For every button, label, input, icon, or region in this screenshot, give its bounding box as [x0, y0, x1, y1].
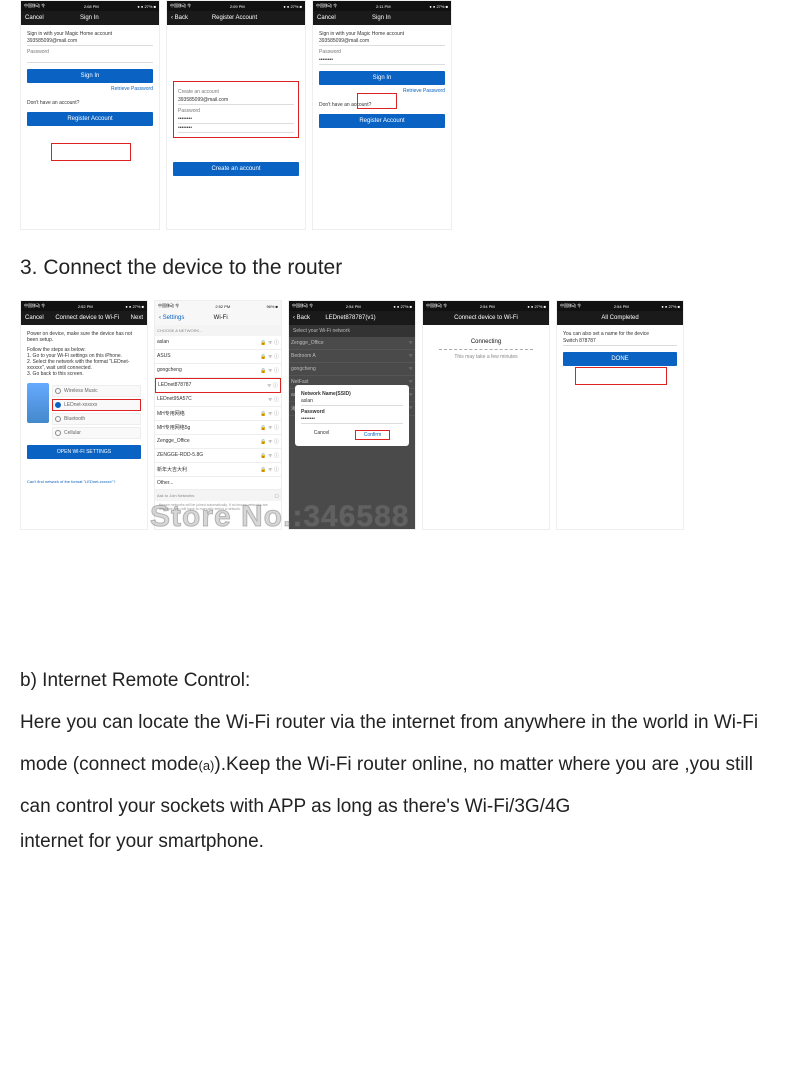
wifi-item[interactable]: Zengge_Office🔒 ᯤ ⓘ	[155, 435, 281, 449]
register-account-button[interactable]: Register Account	[319, 114, 445, 128]
cant-find-link[interactable]: Can't find network of the format "LEDnet…	[27, 479, 141, 484]
wifi-item[interactable]: aslan🔒 ᯤ ⓘ	[155, 336, 281, 350]
phone-select-wifi: 中国移动 令2:54 PM● ● 27% ■ ‹ BackLEDnet87878…	[288, 300, 416, 530]
password-field[interactable]	[27, 56, 153, 63]
phone-wifi-settings: 中国移动 令2:52 PM96% ■ ‹ SettingsWi-Fi CHOOS…	[154, 300, 282, 530]
step-3-heading: 3. Connect the device to the router	[20, 256, 780, 280]
ssid-field[interactable]: aslan	[301, 397, 403, 406]
phone-register: 中国移动 令2:09 PM● ● 27% ■ ‹ BackRegister Ac…	[166, 0, 306, 230]
back-button[interactable]: ‹ Settings	[159, 315, 184, 321]
password-field[interactable]: ••••••••	[319, 56, 445, 65]
wifi-item[interactable]: 新年大吉大利🔒 ᯤ ⓘ	[155, 463, 281, 477]
cancel-button[interactable]: Cancel	[314, 430, 330, 440]
highlight-register	[51, 143, 131, 161]
wifi-signal-icon: 🔒 ᯤ ⓘ	[260, 339, 279, 346]
cancel-button[interactable]: Cancel	[317, 15, 336, 21]
create-account-button[interactable]: Create an account	[173, 162, 299, 176]
wifi-item[interactable]: Bedroom Aᯤ	[289, 350, 415, 363]
wifi-network-list: aslan🔒 ᯤ ⓘ ASUS🔒 ᯤ ⓘ gongcheng🔒 ᯤ ⓘ LEDn…	[155, 336, 281, 490]
page-title: All Completed	[581, 315, 659, 321]
page-title: Sign In	[44, 15, 135, 21]
section-b-heading: b) Internet Remote Control:	[20, 670, 780, 692]
retrieve-password-link[interactable]: Retrieve Password	[27, 86, 153, 92]
highlight-done	[575, 367, 667, 385]
connecting-title: Connecting	[429, 339, 543, 345]
wifi-item[interactable]: Zengge_Officeᯤ	[289, 337, 415, 350]
email-field[interactable]: 393585099@mail.com	[27, 37, 153, 46]
wifi-item-other[interactable]: Other...	[155, 477, 281, 490]
back-button[interactable]: ‹ Back	[293, 315, 310, 321]
page-title: Wi-Fi	[184, 315, 257, 321]
section-b-body-tail: internet for your smartphone.	[20, 827, 780, 857]
phone-connecting: 中国移动 令2:54 PM● ● 27% ■ Connect device to…	[422, 300, 550, 530]
confirm-button[interactable]: Confirm	[355, 430, 391, 440]
wifi-item[interactable]: gongchengᯤ	[289, 363, 415, 376]
sign-in-button[interactable]: Sign In	[319, 71, 445, 85]
email-field[interactable]: 393585099@mail.com	[319, 37, 445, 46]
wifi-item[interactable]: ZENGGE-RDD-5.8G🔒 ᯤ ⓘ	[155, 449, 281, 463]
phone-completed: 中国移动 令2:54 PM● ● 27% ■ All Completed You…	[556, 300, 684, 530]
phone-connect-instructions: 中国移动 令2:52 PM● ● 27% ■ CancelConnect dev…	[20, 300, 148, 530]
page-title: Register Account	[188, 15, 281, 21]
phone-signin-filled: 中国移动 令2:11 PM● ● 27% ■ CancelSign In Sig…	[312, 0, 452, 230]
wifi-password-modal: Network Name(SSID) aslan Password ••••••…	[295, 385, 409, 446]
wifi-item[interactable]: ASUS🔒 ᯤ ⓘ	[155, 350, 281, 364]
open-wifi-settings-button[interactable]: OPEN WI-FI SETTINGS	[27, 445, 141, 459]
wifi-item[interactable]: MH专用网络🔒 ᯤ ⓘ	[155, 407, 281, 421]
wifi-item[interactable]: LEDnet95A57Cᯤ ⓘ	[155, 393, 281, 407]
done-button[interactable]: DONE	[563, 352, 677, 366]
wifi-item-lednet[interactable]: LEDnet878787ᯤ ⓘ	[155, 378, 281, 393]
signin-screens-row: 中国移动 令2:08 PM● ● 27% ■ CancelSign In Sig…	[20, 0, 780, 230]
wifi-password-field[interactable]: ••••••••	[301, 415, 403, 424]
connecting-sub: This may take a few minutes	[429, 354, 543, 360]
phone-signin-empty: 中国移动 令2:08 PM● ● 27% ■ CancelSign In Sig…	[20, 0, 160, 230]
connect-router-row: 中国移动 令2:52 PM● ● 27% ■ CancelConnect dev…	[20, 300, 780, 530]
page-title: LEDnet878787(v1)	[310, 315, 391, 321]
register-account-button[interactable]: Register Account	[27, 112, 153, 126]
toggle-icon[interactable]: ◯	[275, 493, 279, 498]
cancel-button[interactable]: Cancel	[25, 15, 44, 21]
cancel-button[interactable]: Cancel	[25, 315, 44, 321]
page-title: Connect device to Wi-Fi	[447, 315, 525, 321]
highlight-signin	[357, 93, 397, 109]
password-confirm-field[interactable]: ••••••••	[178, 124, 294, 133]
sign-in-button[interactable]: Sign In	[27, 69, 153, 83]
page-title: Connect device to Wi-Fi	[44, 315, 131, 321]
password-field[interactable]: ••••••••	[178, 115, 294, 124]
device-name-field[interactable]: Switch 878787	[563, 337, 677, 346]
section-b-body: Here you can locate the Wi-Fi router via…	[20, 702, 780, 827]
next-button[interactable]: Next	[131, 315, 143, 321]
wifi-item[interactable]: gongcheng🔒 ᯤ ⓘ	[155, 364, 281, 378]
phone-illustration	[27, 383, 49, 423]
page-title: Sign In	[336, 15, 427, 21]
wifi-item[interactable]: MH专用网络5g🔒 ᯤ ⓘ	[155, 421, 281, 435]
email-field[interactable]: 393585099@mail.com	[178, 96, 294, 105]
back-button[interactable]: ‹ Back	[171, 15, 188, 21]
